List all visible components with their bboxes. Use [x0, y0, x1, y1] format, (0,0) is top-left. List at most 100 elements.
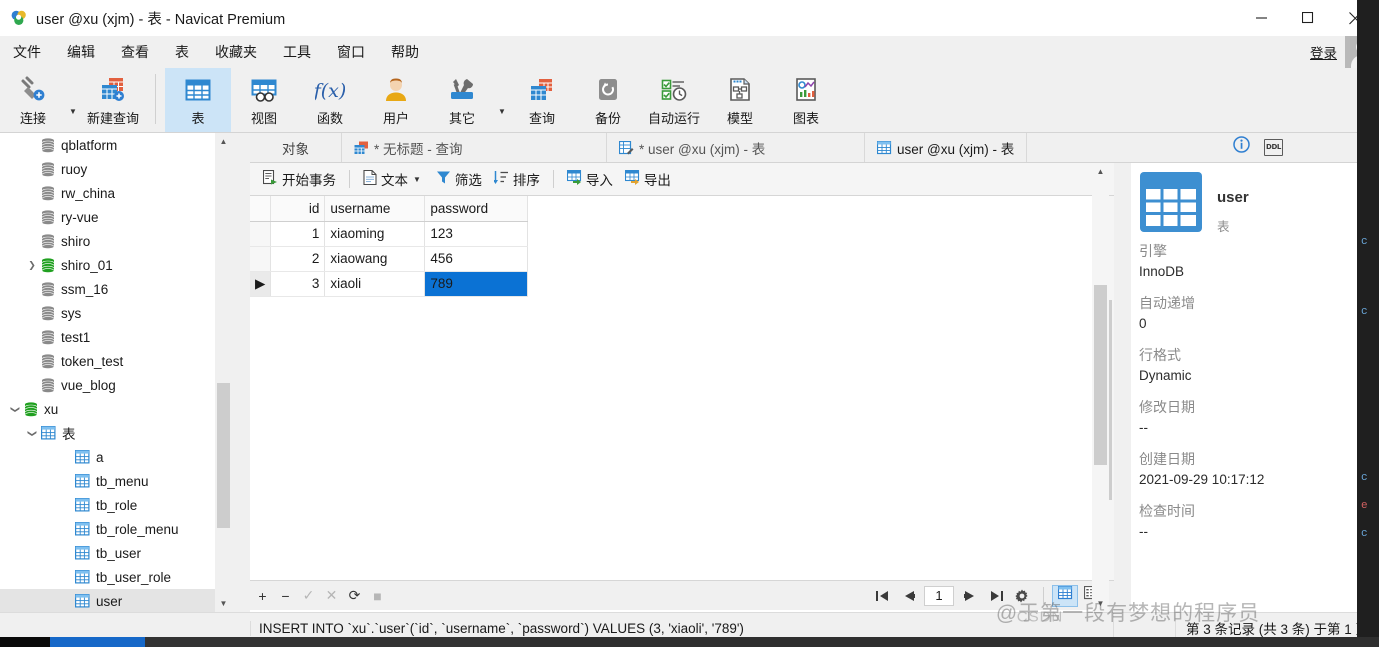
sidebar-scroll-up-icon[interactable]: ▲	[215, 133, 232, 150]
toolbar-button-function[interactable]: f(x) 函数	[297, 68, 363, 132]
import-button[interactable]: 导入	[561, 166, 619, 192]
begin-transaction-button[interactable]: 开始事务	[257, 166, 342, 192]
menu-item-table[interactable]: 表	[162, 38, 202, 66]
toolbar-button-query[interactable]: 查询	[509, 68, 575, 132]
maximize-icon[interactable]	[1285, 0, 1331, 36]
info-scroll-thumb[interactable]	[1094, 285, 1107, 465]
tree-item-shiro[interactable]: shiro	[0, 229, 232, 253]
sidebar-scrollbar[interactable]: ▲ ▼	[215, 133, 232, 612]
toolbar-button-new-query[interactable]: 新建查询	[80, 68, 146, 132]
menu-item-file[interactable]: 文件	[0, 38, 54, 66]
chevron-down-icon[interactable]: ❯	[23, 421, 41, 445]
tree-item-tb_role_menu[interactable]: tb_role_menu	[0, 517, 232, 541]
tree-item-token_test[interactable]: token_test	[0, 349, 232, 373]
table-row[interactable]: 1 xiaoming 123	[250, 221, 529, 247]
cell-username[interactable]: xiaowang	[324, 246, 426, 272]
minimize-icon[interactable]	[1239, 0, 1285, 36]
tree-item-xu[interactable]: ❯ xu	[0, 397, 232, 421]
last-page-icon[interactable]	[983, 585, 1009, 607]
tree-item-tb_menu[interactable]: tb_menu	[0, 469, 232, 493]
text-button[interactable]: 文本 ▼	[357, 166, 430, 192]
prev-page-icon[interactable]	[895, 585, 921, 607]
info-scroll-down-icon[interactable]: ▼	[1092, 595, 1109, 612]
row-marker[interactable]	[250, 246, 272, 272]
tree-item-tb_user[interactable]: tb_user	[0, 541, 232, 565]
tab-user-designer[interactable]: * user @xu (xjm) - 表	[607, 133, 865, 162]
other-dropdown-caret[interactable]: ▼	[495, 68, 509, 132]
first-page-icon[interactable]	[869, 585, 895, 607]
toolbar-button-automation[interactable]: 自动运行	[641, 68, 707, 132]
menu-item-help[interactable]: 帮助	[378, 38, 432, 66]
chevron-down-icon[interactable]: ❯	[6, 397, 24, 421]
row-marker[interactable]	[250, 221, 272, 247]
cell-id[interactable]: 1	[270, 221, 326, 247]
tree-item-ssm_16[interactable]: ssm_16	[0, 277, 232, 301]
cancel-change-button[interactable]: ✕	[321, 585, 342, 607]
menu-item-view[interactable]: 查看	[108, 38, 162, 66]
tab-user-table[interactable]: user @xu (xjm) - 表	[865, 133, 1028, 162]
login-button[interactable]: 登录	[1310, 42, 1337, 62]
tree-item-qblatform[interactable]: qblatform	[0, 133, 232, 157]
page-number-input[interactable]: 1	[924, 585, 954, 606]
column-header-id[interactable]: id	[270, 196, 326, 222]
toolbar-button-other[interactable]: 其它	[429, 68, 495, 132]
toolbar-button-table[interactable]: 表	[165, 68, 231, 132]
toolbar-button-chart[interactable]: 图表	[773, 68, 839, 132]
sidebar-splitter[interactable]	[232, 133, 236, 612]
grid-view-button[interactable]	[1052, 584, 1078, 607]
cell-id[interactable]: 2	[270, 246, 326, 272]
cell-password[interactable]: 123	[424, 221, 529, 247]
delete-record-button[interactable]: −	[275, 585, 296, 607]
info-scroll-up-icon[interactable]: ▲	[1092, 163, 1109, 180]
column-header-password[interactable]: password	[424, 196, 529, 222]
object-tree-sidebar[interactable]: qblatform ruoy rw_china ry-vue shiro ❯ shiro_0…	[0, 133, 232, 612]
menu-item-window[interactable]: 窗口	[324, 38, 378, 66]
menu-item-edit[interactable]: 编辑	[54, 38, 108, 66]
tree-item-ry-vue[interactable]: ry-vue	[0, 205, 232, 229]
connection-dropdown-caret[interactable]: ▼	[66, 68, 80, 132]
toolbar-button-user[interactable]: 用户	[363, 68, 429, 132]
menu-item-favorites[interactable]: 收藏夹	[202, 38, 270, 66]
table-row[interactable]: 2 xiaowang 456	[250, 246, 529, 272]
tree-item-[interactable]: ❯ 表	[0, 421, 232, 445]
cell-id[interactable]: 3	[270, 271, 326, 297]
column-header-username[interactable]: username	[324, 196, 426, 222]
refresh-button[interactable]: ⟳	[344, 585, 365, 607]
gear-icon[interactable]	[1009, 585, 1035, 607]
chevron-right-icon[interactable]: ❯	[23, 253, 41, 277]
sidebar-scroll-thumb[interactable]	[217, 383, 230, 528]
toolbar-button-backup[interactable]: 备份	[575, 68, 641, 132]
toolbar-button-model[interactable]: 模型	[707, 68, 773, 132]
cell-password-selected[interactable]: 789	[424, 271, 529, 297]
info-circle-icon[interactable]	[1233, 136, 1250, 158]
apply-change-button[interactable]: ✓	[298, 585, 319, 607]
cell-username[interactable]: xiaoming	[324, 221, 426, 247]
table-row[interactable]: ▶ 3 xiaoli 789	[250, 271, 529, 297]
tree-item-a[interactable]: a	[0, 445, 232, 469]
tree-item-rw_china[interactable]: rw_china	[0, 181, 232, 205]
toolbar-button-connection[interactable]: 连接	[0, 68, 66, 132]
tree-item-ruoy[interactable]: ruoy	[0, 157, 232, 181]
add-record-button[interactable]: +	[252, 585, 273, 607]
row-marker[interactable]: ▶	[250, 271, 272, 297]
tree-item-shiro_01[interactable]: ❯ shiro_01	[0, 253, 232, 277]
filter-button[interactable]: 筛选	[430, 166, 488, 192]
tree-item-tb_role[interactable]: tb_role	[0, 493, 232, 517]
sidebar-scroll-down-icon[interactable]: ▼	[215, 595, 232, 612]
tree-item-vue_blog[interactable]: vue_blog	[0, 373, 232, 397]
tab-untitled-query[interactable]: * 无标题 - 查询	[342, 133, 607, 162]
export-button[interactable]: 导出	[619, 166, 677, 192]
tree-item-tb_user_role[interactable]: tb_user_role	[0, 565, 232, 589]
menu-item-tools[interactable]: 工具	[270, 38, 324, 66]
tree-item-test1[interactable]: test1	[0, 325, 232, 349]
info-panel-scrollbar[interactable]: ▲ ▼	[1092, 163, 1109, 612]
toolbar-button-view[interactable]: 视图	[231, 68, 297, 132]
tree-item-user[interactable]: user	[0, 589, 232, 612]
tree-item-sys[interactable]: sys	[0, 301, 232, 325]
cell-username[interactable]: xiaoli	[324, 271, 426, 297]
stop-button[interactable]: ■	[367, 585, 388, 607]
next-page-icon[interactable]	[957, 585, 983, 607]
sort-button[interactable]: 排序	[488, 166, 546, 192]
tab-objects[interactable]: 对象	[250, 133, 342, 162]
ddl-button[interactable]: DDL	[1264, 138, 1283, 156]
